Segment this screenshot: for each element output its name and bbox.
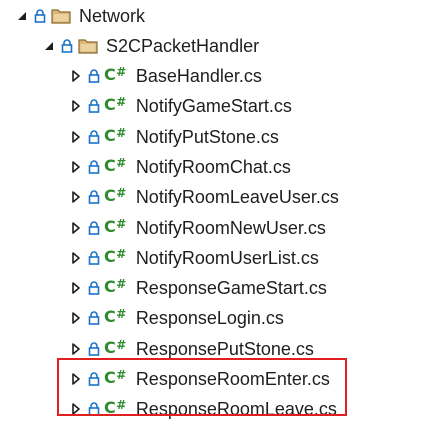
collapsed-arrow-icon[interactable]	[70, 191, 82, 203]
tree-node-file[interactable]: C# NotifyRoomNewUser.cs	[0, 213, 436, 243]
file-label: ResponseRoomLeave.cs	[135, 398, 337, 419]
csharp-file-icon: C#	[104, 306, 126, 326]
collapsed-arrow-icon[interactable]	[70, 312, 82, 324]
collapsed-arrow-icon[interactable]	[70, 282, 82, 294]
collapsed-arrow-icon[interactable]	[70, 252, 82, 264]
lock-icon	[87, 401, 101, 417]
file-label: NotifyRoomNewUser.cs	[135, 217, 326, 238]
csharp-file-icon: C#	[104, 397, 126, 417]
collapsed-arrow-icon[interactable]	[70, 222, 82, 234]
csharp-file-icon: C#	[104, 337, 126, 357]
tree-node-file[interactable]: C# NotifyRoomLeaveUser.cs	[0, 182, 436, 212]
lock-icon	[87, 310, 101, 326]
tree-node-file[interactable]: C# ResponseRoomEnter.cs	[0, 364, 436, 394]
lock-icon	[87, 68, 101, 84]
file-label: NotifyRoomChat.cs	[135, 156, 291, 177]
tree-node-file[interactable]: C# BaseHandler.cs	[0, 61, 436, 91]
tree-node-file[interactable]: C# ResponseLogin.cs	[0, 303, 436, 333]
folder-icon	[78, 38, 98, 54]
tree-node-file[interactable]: C# NotifyPutStone.cs	[0, 122, 436, 152]
tree-node-file[interactable]: C# NotifyRoomChat.cs	[0, 152, 436, 182]
tree-node-file[interactable]: C# ResponseGameStart.cs	[0, 273, 436, 303]
lock-icon	[33, 8, 47, 24]
lock-icon	[87, 371, 101, 387]
solution-explorer-tree: Network S2CPacketHandler C# BaseHandler.…	[0, 0, 436, 421]
lock-icon	[87, 220, 101, 236]
csharp-file-icon: C#	[104, 155, 126, 175]
file-label: ResponseRoomEnter.cs	[135, 368, 330, 389]
lock-icon	[87, 341, 101, 357]
folder-label: Network	[79, 5, 146, 26]
file-label: NotifyGameStart.cs	[135, 95, 292, 116]
file-label: NotifyRoomUserList.cs	[135, 247, 319, 268]
csharp-file-icon: C#	[104, 276, 126, 296]
tree-node-file[interactable]: C# NotifyGameStart.cs	[0, 91, 436, 121]
csharp-file-icon: C#	[104, 216, 126, 236]
lock-icon	[87, 280, 101, 296]
collapsed-arrow-icon[interactable]	[70, 70, 82, 82]
collapsed-arrow-icon[interactable]	[70, 131, 82, 143]
folder-icon	[51, 8, 71, 24]
lock-icon	[87, 129, 101, 145]
file-label: NotifyPutStone.cs	[135, 126, 279, 147]
tree-node-s2cpackethandler[interactable]: S2CPacketHandler	[0, 31, 436, 61]
collapsed-arrow-icon[interactable]	[70, 373, 82, 385]
csharp-file-icon: C#	[104, 246, 126, 266]
collapsed-arrow-icon[interactable]	[70, 403, 82, 415]
csharp-file-icon: C#	[104, 185, 126, 205]
lock-icon	[87, 159, 101, 175]
tree-node-file[interactable]: C# ResponsePutStone.cs	[0, 334, 436, 364]
file-label: ResponseGameStart.cs	[135, 277, 327, 298]
tree-node-network[interactable]: Network	[0, 1, 436, 31]
file-label: BaseHandler.cs	[135, 65, 262, 86]
lock-icon	[87, 189, 101, 205]
lock-icon	[87, 250, 101, 266]
collapsed-arrow-icon[interactable]	[70, 161, 82, 173]
file-label: NotifyRoomLeaveUser.cs	[135, 186, 339, 207]
csharp-file-icon: C#	[104, 64, 126, 84]
csharp-file-icon: C#	[104, 94, 126, 114]
lock-icon	[60, 38, 74, 54]
folder-label: S2CPacketHandler	[106, 35, 260, 56]
collapsed-arrow-icon[interactable]	[70, 100, 82, 112]
tree-node-file[interactable]: C# NotifyRoomUserList.cs	[0, 243, 436, 273]
collapsed-arrow-icon[interactable]	[70, 343, 82, 355]
expanded-arrow-icon[interactable]	[43, 40, 55, 52]
expanded-arrow-icon[interactable]	[16, 10, 28, 22]
lock-icon	[87, 98, 101, 114]
file-label: ResponseLogin.cs	[135, 307, 284, 328]
file-label: ResponsePutStone.cs	[135, 338, 314, 359]
csharp-file-icon: C#	[104, 367, 126, 387]
tree-node-file[interactable]: C# ResponseRoomLeave.cs	[0, 394, 436, 424]
csharp-file-icon: C#	[104, 125, 126, 145]
